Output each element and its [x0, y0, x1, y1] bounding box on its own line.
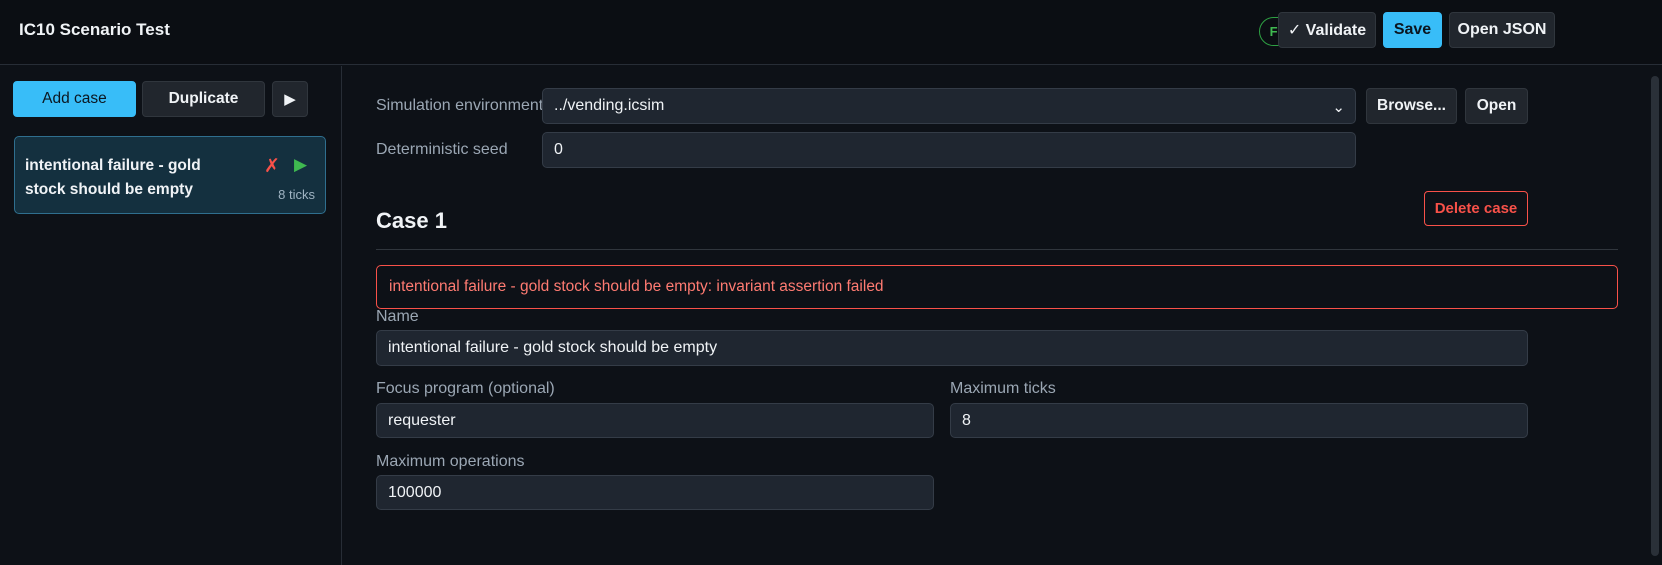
error-message: intentional failure - gold stock should … [376, 265, 1618, 309]
app-title: IC10 Scenario Test [19, 20, 170, 39]
scrollbar-thumb[interactable] [1651, 76, 1659, 556]
seed-input[interactable]: 0 [542, 132, 1356, 168]
browse-button[interactable]: Browse... [1366, 88, 1457, 124]
app-header: IC10 Scenario Test Form valid ✓ Validate… [0, 0, 1662, 65]
name-label: Name [376, 308, 419, 325]
max-ticks-input[interactable]: 8 [950, 403, 1528, 438]
case-list-item-name: intentional failure - gold stock should … [25, 157, 201, 198]
case-editor: Simulation environment ../vending.icsim … [343, 66, 1648, 565]
duplicate-button[interactable]: Duplicate [142, 81, 265, 117]
open-json-button[interactable]: Open JSON [1449, 12, 1555, 48]
delete-case-button[interactable]: Delete case [1424, 191, 1528, 226]
max-operations-label: Maximum operations [376, 453, 525, 470]
focus-program-label: Focus program (optional) [376, 380, 555, 397]
case-heading: Case 1 [376, 208, 447, 233]
seed-label: Deterministic seed [376, 141, 508, 158]
fail-icon: ✗ [264, 156, 280, 177]
divider [376, 249, 1618, 250]
max-operations-input[interactable]: 100000 [376, 475, 934, 510]
sim-env-value: ../vending.icsim [554, 97, 665, 114]
sim-env-select[interactable]: ../vending.icsim ⌄ [542, 88, 1356, 124]
open-button[interactable]: Open [1465, 88, 1528, 124]
play-icon: ▶ [284, 91, 296, 108]
scrollbar[interactable] [1648, 66, 1662, 565]
chevron-down-icon: ⌄ [1332, 99, 1345, 116]
run-all-button[interactable]: ▶ [272, 81, 308, 117]
add-case-button[interactable]: Add case [13, 81, 136, 117]
validate-button[interactable]: ✓ Validate [1278, 12, 1376, 48]
save-button[interactable]: Save [1383, 12, 1442, 48]
focus-program-input[interactable]: requester [376, 403, 934, 438]
max-ticks-label: Maximum ticks [950, 380, 1056, 397]
run-case-icon[interactable]: ▶ [294, 155, 307, 175]
case-list-item[interactable]: intentional failure - gold stock should … [14, 136, 326, 214]
case-sidebar: Add case Duplicate ▶ intentional failure… [0, 66, 342, 565]
sim-env-label: Simulation environment [376, 97, 544, 114]
name-input[interactable]: intentional failure - gold stock should … [376, 330, 1528, 366]
case-ticks-count: 8 ticks [278, 187, 315, 202]
